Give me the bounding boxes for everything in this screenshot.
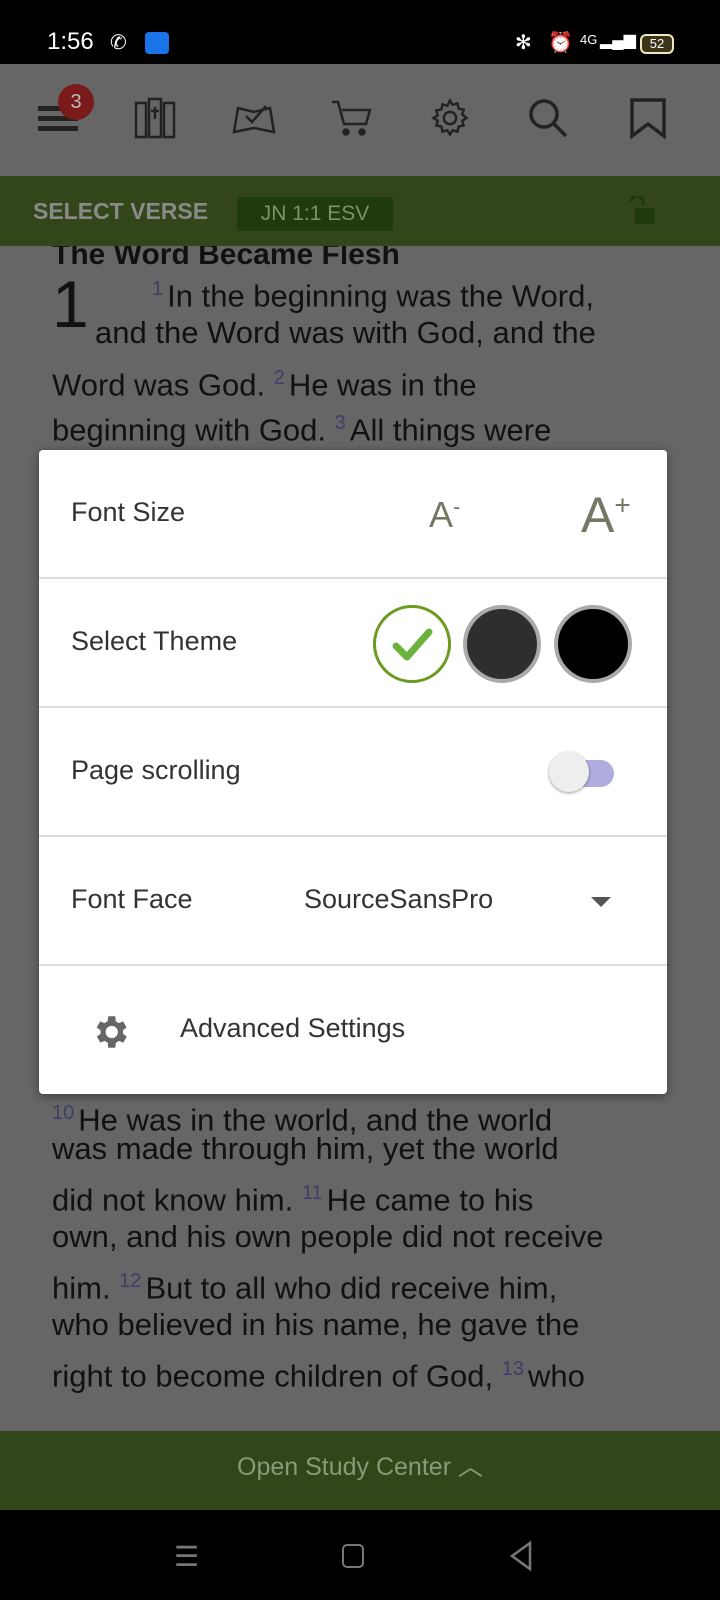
font-face-label: Font Face: [71, 884, 193, 914]
dropdown-arrow-icon[interactable]: [591, 897, 611, 907]
verse-line[interactable]: own, and his own people did not receive: [52, 1220, 603, 1254]
advanced-settings-label: Advanced Settings: [180, 1013, 406, 1043]
theme-row: Select Theme: [39, 579, 667, 708]
theme-dark-button[interactable]: [463, 605, 541, 683]
verse-line[interactable]: and the Word was with God, and the: [95, 316, 596, 350]
checkmark-icon: [392, 628, 433, 661]
select-theme-label: Select Theme: [71, 626, 238, 656]
verse-bar: SELECT VERSE JN 1:1 ESV: [0, 176, 720, 246]
verse-line[interactable]: him. 12 But to all who did receive him,: [52, 1264, 557, 1305]
verse-line[interactable]: Word was God. 2 He was in the: [52, 361, 477, 402]
theme-light-button[interactable]: [373, 605, 451, 683]
top-toolbar: [0, 64, 720, 176]
open-study-center-button[interactable]: Open Study Center ︿: [0, 1431, 720, 1510]
font-face-row: Font Face SourceSansPro: [39, 837, 667, 966]
theme-black-button[interactable]: [554, 605, 632, 683]
advanced-settings-button[interactable]: Advanced Settings: [39, 966, 667, 1095]
reading-settings-dialog: Font Size A- A+ Select Theme Page scroll…: [39, 450, 667, 1094]
system-nav-bar: ☰: [0, 1510, 720, 1600]
recents-icon[interactable]: ☰: [174, 1540, 199, 1573]
status-time: 1:56: [47, 28, 94, 55]
select-verse-label[interactable]: SELECT VERSE: [33, 198, 208, 225]
signal-icon: ▂▄▆: [600, 32, 636, 49]
reading-plan-icon[interactable]: [230, 94, 278, 142]
bookmark-icon[interactable]: [624, 94, 672, 142]
toggle-knob[interactable]: [549, 752, 589, 792]
decrease-font-button[interactable]: A-: [429, 494, 460, 536]
page-scrolling-label: Page scrolling: [71, 755, 241, 785]
chevron-up-icon: ︿: [457, 1453, 483, 1481]
verse-line[interactable]: was made through him, yet the world: [52, 1132, 559, 1166]
font-size-row: Font Size A- A+: [39, 450, 667, 579]
page-scrolling-row: Page scrolling: [39, 708, 667, 837]
verse-line[interactable]: beginning with God. 3 All things were: [52, 406, 551, 447]
network-label: 4G: [580, 32, 598, 47]
battery-indicator: 52: [640, 34, 674, 54]
notification-badge: 3: [58, 84, 94, 120]
increase-font-button[interactable]: A+: [581, 486, 631, 544]
verse-line[interactable]: right to become children of God, 13 who: [52, 1352, 585, 1393]
library-icon[interactable]: [131, 94, 179, 142]
home-icon[interactable]: [342, 1544, 364, 1568]
chapter-number: 1: [52, 267, 89, 341]
verse-line[interactable]: who believed in his name, he gave the: [52, 1308, 579, 1342]
section-heading: The Word Became Flesh: [52, 246, 400, 271]
gear-icon[interactable]: [426, 94, 474, 142]
unlock-icon[interactable]: [627, 194, 657, 231]
cart-icon[interactable]: [328, 94, 376, 142]
status-bar: 1:56 ✆ ✻ ⏰ 4G ▂▄▆ 52: [0, 0, 720, 64]
alarm-icon: ⏰: [548, 32, 573, 54]
whatsapp-icon: ✆: [110, 32, 127, 54]
font-size-label: Font Size: [71, 497, 186, 527]
bluetooth-icon: ✻: [515, 32, 532, 54]
gear-icon: [96, 1016, 127, 1048]
verse-line[interactable]: 1 In the beginning was the Word,: [152, 272, 594, 313]
verse-reference-button[interactable]: JN 1:1 ESV: [237, 197, 393, 231]
verse-line[interactable]: did not know him. 11 He came to his: [52, 1176, 533, 1217]
font-face-select[interactable]: SourceSansPro: [304, 884, 493, 915]
back-icon[interactable]: [508, 1540, 534, 1572]
search-icon[interactable]: [524, 94, 572, 142]
android-icon: [145, 32, 169, 54]
